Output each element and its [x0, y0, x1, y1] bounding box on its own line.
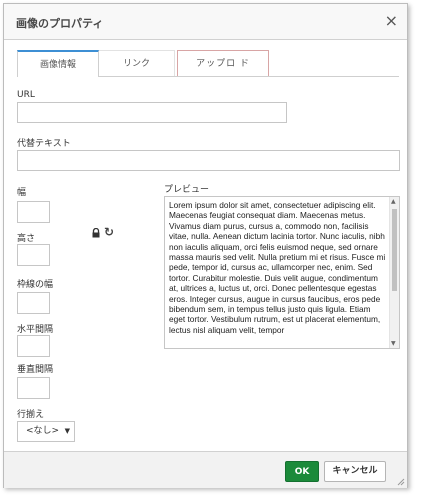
width-label: 幅	[17, 188, 27, 198]
scroll-thumb[interactable]	[392, 209, 397, 291]
preview-label: プレビュー	[164, 185, 210, 195]
hspace-label: 水平間隔	[17, 325, 54, 335]
alt-text-input[interactable]	[17, 150, 400, 171]
tab-image-info[interactable]: 画像情報	[17, 50, 99, 77]
hspace-input[interactable]	[17, 335, 50, 357]
ok-button[interactable]: OK	[285, 461, 319, 482]
vspace-label: 垂直間隔	[17, 365, 54, 375]
lock-icon[interactable]	[91, 228, 101, 238]
dialog-footer: OK キャンセル	[4, 451, 407, 488]
vspace-input[interactable]	[17, 377, 50, 399]
border-input[interactable]	[17, 292, 50, 314]
tab-upload[interactable]: アップロ ド	[177, 50, 269, 77]
width-input[interactable]	[17, 201, 50, 223]
align-select[interactable]: <なし> ▼	[17, 421, 75, 442]
tab-link[interactable]: リンク	[99, 50, 175, 77]
preview-scrollbar[interactable]: ▲ ▼	[389, 197, 399, 348]
dialog-title: 画像のプロパティ	[16, 17, 104, 30]
close-icon[interactable]: ×	[385, 12, 398, 30]
cancel-button[interactable]: キャンセル	[324, 461, 386, 482]
preview-text: Lorem ipsum dolor sit amet, consectetuer…	[169, 200, 386, 335]
chevron-down-icon: ▼	[64, 427, 70, 435]
border-label: 枠線の幅	[17, 280, 54, 290]
align-selected-value: <なし>	[26, 426, 60, 436]
scroll-up-icon[interactable]: ▲	[391, 198, 396, 205]
tab-divider	[99, 76, 399, 77]
alt-text-label: 代替テキスト	[17, 139, 71, 149]
resize-grip-icon[interactable]	[397, 478, 405, 486]
url-label: URL	[17, 90, 35, 100]
scroll-down-icon[interactable]: ▼	[391, 340, 396, 347]
preview-box: Lorem ipsum dolor sit amet, consectetuer…	[164, 196, 400, 349]
height-label: 高さ	[17, 234, 36, 244]
dialog-titlebar[interactable]: 画像のプロパティ ×	[4, 4, 407, 40]
reset-size-icon[interactable]: ↻	[104, 225, 114, 239]
align-label: 行揃え	[17, 410, 45, 420]
url-input[interactable]	[17, 102, 287, 123]
height-input[interactable]	[17, 244, 50, 266]
image-properties-dialog: 画像のプロパティ × 画像情報 リンク アップロ ド URL 代替テキスト 幅 …	[3, 3, 408, 488]
